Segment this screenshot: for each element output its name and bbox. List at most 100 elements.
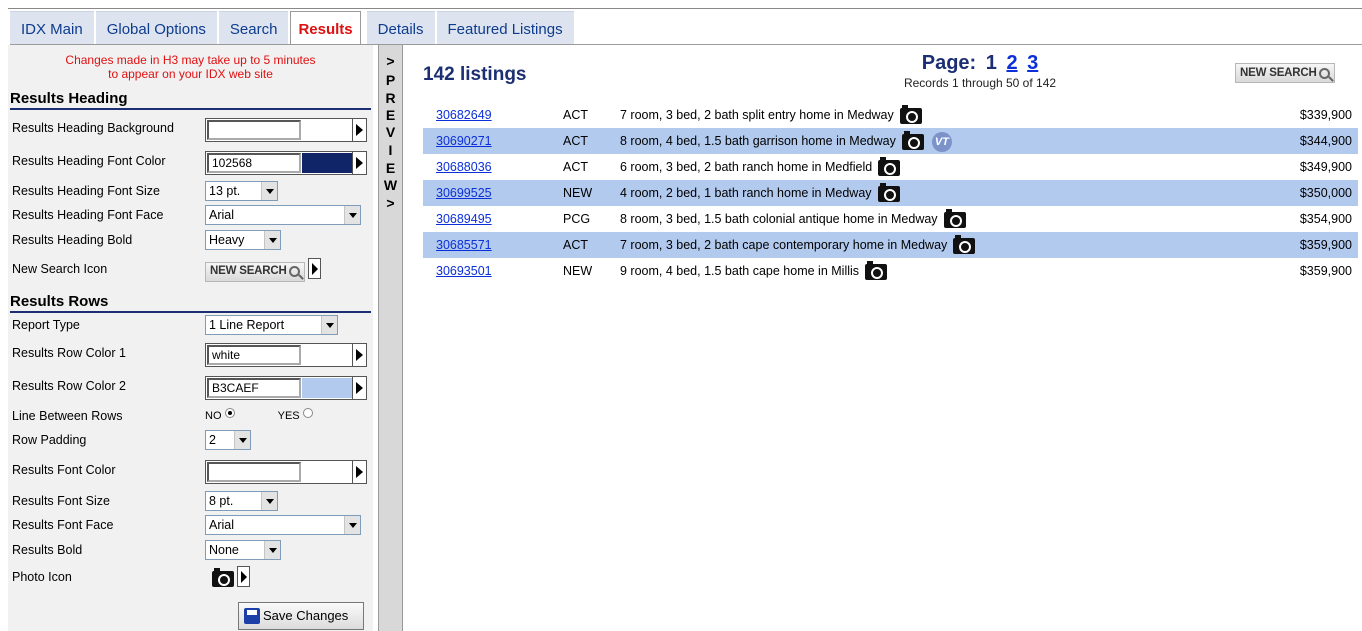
tab-global-options[interactable]: Global Options: [95, 11, 217, 44]
description: 8 room, 4 bed, 1.5 bath garrison home in…: [620, 128, 952, 154]
row-padding-select[interactable]: 2: [205, 430, 251, 450]
search-icon: [288, 266, 300, 277]
status: PCG: [563, 212, 591, 226]
save-changes-button[interactable]: Save Changes: [238, 602, 364, 630]
setting-label: Results Heading Font Face: [12, 208, 164, 222]
mls-link[interactable]: 30699525: [436, 180, 492, 206]
camera-icon[interactable]: [899, 104, 922, 124]
color-input[interactable]: [207, 462, 301, 482]
listings-count: 142 listings: [423, 64, 527, 85]
tab-bar: IDX Main Global Options Search Results D…: [10, 11, 576, 45]
status: NEW: [563, 264, 593, 278]
chevron-down-icon: [264, 541, 280, 559]
price: $359,900: [1299, 238, 1352, 252]
color-picker-arrow-icon[interactable]: [352, 344, 366, 366]
setting-row-color-1: Results Row Color 1 white: [12, 341, 370, 367]
page-link-3[interactable]: 3: [1027, 52, 1038, 74]
radio-no[interactable]: [224, 408, 235, 418]
icon-picker-arrow-icon[interactable]: [307, 258, 321, 279]
notice: Changes made in H3 may take up to 5 minu…: [8, 53, 373, 81]
pagination: Page: 1 2 3 Records 1 through 50 of 142: [790, 52, 1170, 90]
new-search-button-preview[interactable]: NEW SEARCH: [205, 261, 305, 282]
camera-icon[interactable]: [953, 234, 976, 254]
color-picker[interactable]: [205, 460, 367, 484]
price: $344,900: [1299, 134, 1352, 148]
camera-icon[interactable]: [878, 156, 901, 176]
radio-yes[interactable]: [302, 408, 313, 418]
camera-icon[interactable]: [865, 260, 888, 280]
color-input[interactable]: B3CAEF: [207, 378, 301, 398]
page-link-2[interactable]: 2: [1006, 52, 1017, 74]
setting-label: Results Bold: [12, 543, 83, 557]
notice-line-2: to appear on your IDX web site: [108, 67, 273, 81]
color-picker[interactable]: 102568: [205, 151, 367, 175]
font-face-select[interactable]: Arial: [205, 205, 361, 225]
setting-label: Results Heading Background: [12, 121, 174, 135]
search-icon: [1318, 67, 1330, 79]
table-row: 30693501 NEW 9 room, 4 bed, 1.5 bath cap…: [423, 258, 1358, 284]
status: ACT: [563, 108, 588, 122]
tab-search[interactable]: Search: [218, 11, 289, 44]
color-picker[interactable]: [205, 118, 367, 142]
setting-label: Results Heading Font Size: [12, 184, 160, 198]
color-swatch: [302, 462, 352, 482]
mls-link[interactable]: 30688036: [436, 154, 492, 180]
color-picker[interactable]: B3CAEF: [205, 376, 367, 400]
setting-label: Photo Icon: [12, 570, 72, 584]
setting-line-between-rows: Line Between Rows NO YES: [12, 404, 370, 429]
mls-link[interactable]: 30690271: [436, 128, 492, 154]
color-picker-arrow-icon[interactable]: [352, 461, 366, 483]
setting-heading-font-color: Results Heading Font Color 102568: [12, 149, 370, 175]
bold-select[interactable]: None: [205, 540, 281, 560]
camera-icon[interactable]: [877, 182, 900, 202]
tab-idx-main[interactable]: IDX Main: [10, 11, 94, 44]
tab-results[interactable]: Results: [290, 11, 361, 45]
tab-details[interactable]: Details: [366, 11, 435, 44]
chevron-down-icon: [234, 431, 250, 449]
font-face-select[interactable]: Arial: [205, 515, 361, 535]
setting-label: Line Between Rows: [12, 409, 123, 423]
setting-label: New Search Icon: [12, 262, 108, 276]
mls-link[interactable]: 30693501: [436, 258, 492, 284]
color-input[interactable]: white: [207, 345, 301, 365]
color-picker-arrow-icon[interactable]: [352, 377, 366, 399]
report-type-select[interactable]: 1 Line Report: [205, 315, 338, 335]
mls-link[interactable]: 30682649: [436, 102, 492, 128]
preview-toggle[interactable]: > P R E V I E W >: [378, 45, 403, 631]
camera-icon: [212, 567, 234, 587]
setting-label: Results Heading Font Color: [12, 154, 166, 168]
page-link-1[interactable]: 1: [986, 52, 997, 74]
new-search-button[interactable]: NEW SEARCH: [1235, 63, 1335, 83]
photo-icon-control: [212, 566, 250, 591]
line-between-rows-radios: NO YES: [205, 404, 313, 429]
price: $359,900: [1299, 264, 1352, 278]
setting-label: Results Font Size: [12, 494, 110, 508]
icon-picker-arrow-icon[interactable]: [237, 566, 250, 587]
description: 6 room, 3 bed, 2 bath ranch home in Medf…: [620, 154, 901, 180]
camera-icon[interactable]: [943, 208, 966, 228]
description: 7 room, 3 bed, 2 bath split entry home i…: [620, 102, 922, 128]
table-row: 30685571 ACT 7 room, 3 bed, 2 bath cape …: [423, 232, 1358, 258]
mls-link[interactable]: 30685571: [436, 232, 492, 258]
status: ACT: [563, 160, 588, 174]
setting-results-font-color: Results Font Color: [12, 458, 370, 484]
color-picker-arrow-icon[interactable]: [352, 119, 366, 141]
table-row: 30689495 PCG 8 room, 3 bed, 1.5 bath col…: [423, 206, 1358, 232]
save-disk-icon: [244, 608, 260, 624]
mls-link[interactable]: 30689495: [436, 206, 492, 232]
font-size-select[interactable]: 8 pt.: [205, 491, 278, 511]
tab-featured-listings[interactable]: Featured Listings: [436, 11, 574, 44]
bold-select[interactable]: Heavy: [205, 230, 281, 250]
color-picker[interactable]: white: [205, 343, 367, 367]
color-input[interactable]: 102568: [207, 153, 301, 173]
font-size-select[interactable]: 13 pt.: [205, 181, 278, 201]
virtual-tour-icon[interactable]: VT: [931, 131, 952, 152]
setting-heading-font-face: Results Heading Font Face Arial: [12, 203, 370, 228]
price: $354,900: [1299, 212, 1352, 226]
camera-icon[interactable]: [901, 130, 924, 150]
color-picker-arrow-icon[interactable]: [352, 152, 366, 174]
color-input[interactable]: [207, 120, 301, 140]
setting-photo-icon: Photo Icon: [12, 565, 370, 590]
price: $349,900: [1299, 160, 1352, 174]
setting-label: Results Row Color 1: [12, 346, 126, 360]
